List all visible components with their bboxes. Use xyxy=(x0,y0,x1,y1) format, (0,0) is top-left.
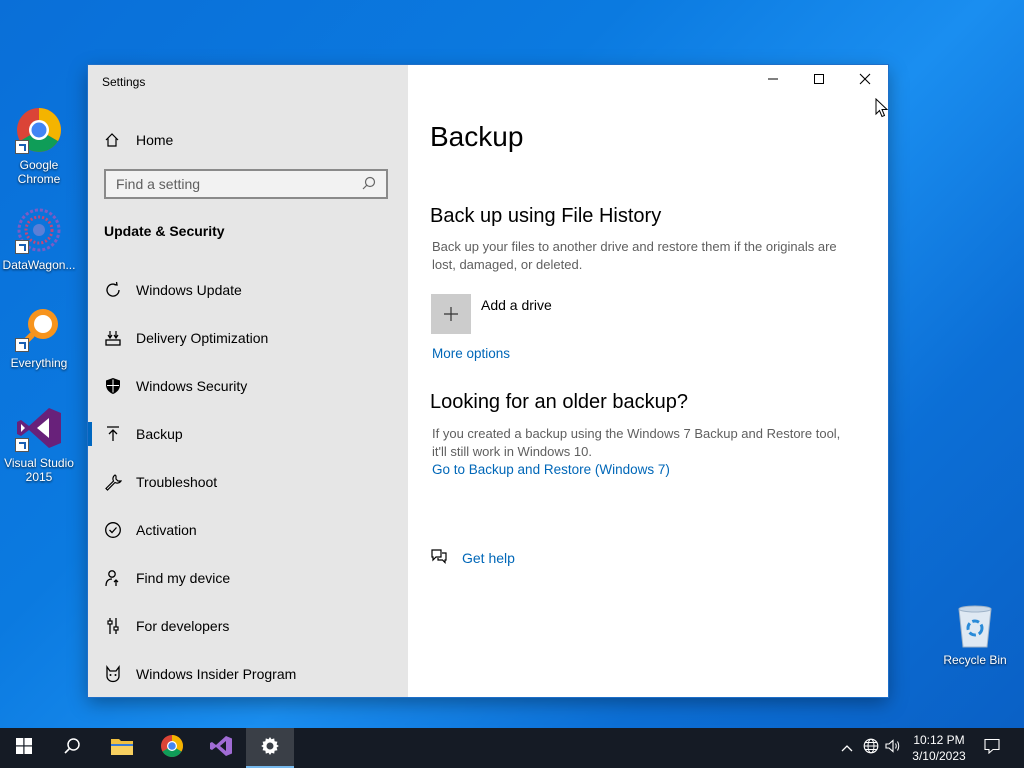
sidebar-item-label: Windows Security xyxy=(136,378,248,394)
older-backup-description: If you created a backup using the Window… xyxy=(432,426,841,459)
home-icon xyxy=(104,132,122,148)
plus-icon xyxy=(431,294,471,334)
visual-studio-icon xyxy=(209,734,233,763)
backup-arrow-icon xyxy=(104,425,122,443)
mouse-cursor xyxy=(875,97,889,123)
sidebar-item-label: Backup xyxy=(136,426,183,442)
desktop-icon-label: DataWagon... xyxy=(2,258,76,272)
close-button[interactable] xyxy=(842,65,888,97)
volume-button[interactable] xyxy=(883,728,903,768)
sidebar-item-delivery-optimization[interactable]: Delivery Optimization xyxy=(88,314,408,362)
add-drive-button[interactable]: Add a drive xyxy=(431,294,552,334)
get-help-link[interactable]: Get help xyxy=(430,547,515,568)
show-hidden-icons-button[interactable] xyxy=(838,728,856,768)
sidebar-home[interactable]: Home xyxy=(104,130,173,150)
help-chat-icon xyxy=(430,547,448,568)
sidebar-item-label: Delivery Optimization xyxy=(136,330,269,346)
sidebar-item-for-developers[interactable]: For developers xyxy=(88,602,408,650)
minimize-icon xyxy=(767,72,779,90)
backup-restore-windows7-link[interactable]: Go to Backup and Restore (Windows 7) xyxy=(432,462,670,477)
section-title: Update & Security xyxy=(104,223,225,239)
refresh-icon xyxy=(104,281,122,299)
sidebar-item-windows-security[interactable]: Windows Security xyxy=(88,362,408,410)
recycle-bin-icon xyxy=(953,603,997,649)
desktop-icon-label: Google Chrome xyxy=(17,158,61,186)
page-title: Backup xyxy=(430,121,524,152)
taskbar-search-button[interactable] xyxy=(48,728,96,768)
sidebar-item-label: For developers xyxy=(136,618,230,634)
sidebar-item-troubleshoot[interactable]: Troubleshoot xyxy=(88,458,408,506)
desktop-icon-label: Visual Studio 2015 xyxy=(4,456,74,484)
sidebar-item-find-my-device[interactable]: Find my device xyxy=(88,554,408,602)
check-circle-icon xyxy=(104,521,122,539)
desktop-icon-label: Everything xyxy=(10,356,68,370)
delivery-icon xyxy=(104,329,122,347)
search-icon xyxy=(362,176,376,193)
notification-icon xyxy=(984,738,1000,759)
older-backup-heading: Looking for an older backup? xyxy=(430,391,688,413)
desktop-icon-recycle-bin[interactable]: Recycle Bin xyxy=(940,603,1010,667)
taskbar-settings[interactable] xyxy=(246,728,294,768)
taskbar: 10:12 PM 3/10/2023 xyxy=(0,728,1024,768)
insider-cat-icon xyxy=(104,665,122,683)
maximize-icon xyxy=(813,72,825,90)
chrome-icon xyxy=(15,106,63,154)
search-input[interactable]: Find a setting xyxy=(104,169,388,199)
start-button[interactable] xyxy=(0,728,48,768)
sidebar-item-activation[interactable]: Activation xyxy=(88,506,408,554)
shield-icon xyxy=(104,377,122,395)
globe-network-icon xyxy=(863,738,879,759)
close-icon xyxy=(859,72,871,90)
gear-icon xyxy=(260,736,280,761)
desktop-icon-everything[interactable]: Everything xyxy=(2,304,76,370)
search-icon xyxy=(63,737,81,760)
wrench-icon xyxy=(104,473,122,491)
search-placeholder: Find a setting xyxy=(116,176,201,192)
clock-time: 10:12 PM xyxy=(913,733,965,747)
settings-window: Settings Home Find a setting Update & Se… xyxy=(88,65,888,697)
more-options-link[interactable]: More options xyxy=(432,346,510,361)
get-help-label: Get help xyxy=(462,549,515,566)
taskbar-visual-studio[interactable] xyxy=(197,728,245,768)
speaker-icon xyxy=(885,738,901,759)
sidebar-item-label: Activation xyxy=(136,522,197,538)
everything-search-icon xyxy=(15,304,63,352)
window-title: Settings xyxy=(102,75,146,89)
sidebar: Settings Home Find a setting Update & Se… xyxy=(88,65,408,697)
maximize-button[interactable] xyxy=(796,65,842,97)
network-button[interactable] xyxy=(860,728,882,768)
sidebar-item-windows-insider-program[interactable]: Windows Insider Program xyxy=(88,650,408,698)
chevron-up-icon xyxy=(841,739,853,757)
minimize-button[interactable] xyxy=(750,65,796,97)
desktop-icon-chrome[interactable]: Google Chrome xyxy=(2,106,76,186)
clock-date: 3/10/2023 xyxy=(912,749,966,763)
taskbar-chrome[interactable] xyxy=(148,728,196,768)
sidebar-item-label: Find my device xyxy=(136,570,231,586)
sidebar-item-label: Windows Update xyxy=(136,282,242,298)
person-pin-icon xyxy=(104,569,122,587)
file-history-description: Back up your files to another drive and … xyxy=(432,239,837,272)
window-controls xyxy=(750,65,888,97)
visual-studio-icon xyxy=(15,404,63,452)
file-history-heading: Back up using File History xyxy=(430,205,662,227)
folder-icon xyxy=(110,736,134,761)
chrome-icon xyxy=(160,734,184,763)
recycle-bin-label: Recycle Bin xyxy=(943,653,1007,667)
desktop-icon-datawagon[interactable]: DataWagon... xyxy=(2,206,76,272)
sidebar-item-label: Troubleshoot xyxy=(136,474,218,490)
taskbar-file-explorer[interactable] xyxy=(98,728,146,768)
sidebar-item-label: Windows Insider Program xyxy=(136,666,297,682)
datawagon-icon xyxy=(15,206,63,254)
windows-logo-icon xyxy=(16,737,32,759)
sidebar-item-backup[interactable]: Backup xyxy=(88,410,408,458)
developer-sliders-icon xyxy=(104,617,122,635)
taskbar-clock[interactable]: 10:12 PM 3/10/2023 xyxy=(904,732,974,764)
sidebar-item-windows-update[interactable]: Windows Update xyxy=(88,266,408,314)
sidebar-nav: Windows Update Delivery Optimization Win… xyxy=(88,266,408,698)
main-content: Backup Back up using File History Back u… xyxy=(408,65,888,697)
sidebar-home-label: Home xyxy=(136,132,174,148)
desktop-icon-visual-studio[interactable]: Visual Studio 2015 xyxy=(2,404,76,484)
add-drive-label: Add a drive xyxy=(481,297,552,313)
action-center-button[interactable] xyxy=(978,728,1006,768)
